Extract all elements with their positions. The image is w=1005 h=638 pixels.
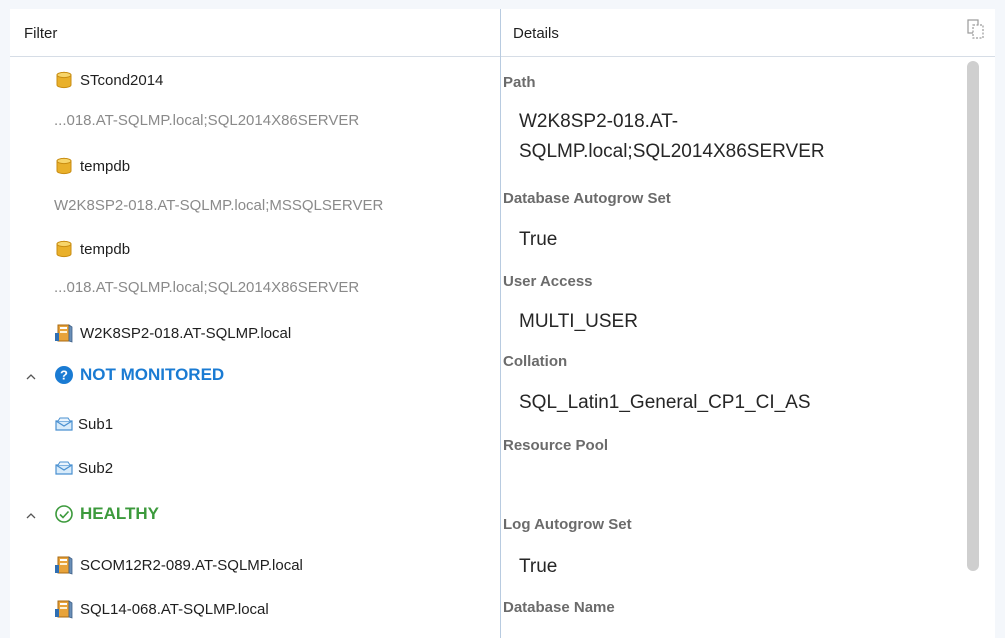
computer-icon <box>54 555 74 575</box>
detail-label-resource-pool: Resource Pool <box>503 437 609 454</box>
database-icon <box>54 70 74 90</box>
tree-item-subscription[interactable]: Sub2 <box>10 457 500 483</box>
tree-item-computer[interactable]: SCOM12R2-089.AT-SQLMP.local <box>10 554 500 580</box>
detail-label-path: Path <box>503 74 536 91</box>
tree-item-subscription[interactable]: Sub1 <box>10 413 500 439</box>
detail-label-database-name: Database Name <box>503 599 615 616</box>
chevron-up-icon[interactable] <box>24 366 38 386</box>
tree-item-database[interactable]: tempdb <box>10 238 500 264</box>
filter-pane: Filter STcond2014 ...018.AT-SQLMP.local;… <box>10 9 500 638</box>
subscription-icon <box>54 458 74 478</box>
detail-value-autogrow: True <box>519 229 558 250</box>
subscription-icon <box>54 414 74 434</box>
group-label: NOT MONITORED <box>80 365 225 384</box>
detail-value-collation: SQL_Latin1_General_CP1_CI_AS <box>519 392 811 413</box>
detail-label-autogrow: Database Autogrow Set <box>503 190 671 207</box>
detail-value-path: W2K8SP2-018.AT-SQLMP.local;SQL2014X86SER… <box>519 111 825 162</box>
check-circle-icon <box>55 505 73 523</box>
tree-item-label: W2K8SP2-018.AT-SQLMP.local <box>80 325 292 342</box>
database-icon <box>54 239 74 259</box>
details-pane: Details Path W2K8SP2-018.AT-SQLMP.local;… <box>501 9 995 638</box>
details-header-label: Details <box>513 25 559 42</box>
tree-item-label: Sub2 <box>78 460 114 477</box>
tree-item-path: ...018.AT-SQLMP.local;SQL2014X86SERVER <box>54 112 360 129</box>
tree-item-path: W2K8SP2-018.AT-SQLMP.local;MSSQLSERVER <box>54 197 384 214</box>
detail-label-collation: Collation <box>503 353 568 370</box>
detail-value-user-access: MULTI_USER <box>519 311 638 332</box>
copy-icon[interactable] <box>967 19 985 41</box>
tree-item-computer[interactable]: W2K8SP2-018.AT-SQLMP.local <box>10 322 500 348</box>
tree-item-database[interactable]: tempdb <box>10 155 500 181</box>
filter-header: Filter <box>10 9 500 57</box>
database-icon <box>54 156 74 176</box>
tree-item-label: tempdb <box>80 158 131 175</box>
detail-value-log-autogrow: True <box>519 556 558 577</box>
computer-icon <box>54 323 74 343</box>
group-label: HEALTHY <box>80 504 160 523</box>
detail-label-user-access: User Access <box>503 273 593 290</box>
tree-item-label: SCOM12R2-089.AT-SQLMP.local <box>80 557 303 574</box>
tree-item-computer[interactable]: SQL14-068.AT-SQLMP.local <box>10 598 500 624</box>
scrollbar-thumb[interactable] <box>967 61 979 571</box>
tree-item-label: tempdb <box>80 241 131 258</box>
tree-item-label: STcond2014 <box>80 72 164 89</box>
details-header: Details <box>501 9 995 57</box>
svg-text:?: ? <box>60 368 68 383</box>
filter-header-label: Filter <box>24 25 58 42</box>
computer-icon <box>54 599 74 619</box>
detail-label-log-autogrow: Log Autogrow Set <box>503 516 632 533</box>
tree-item-label: SQL14-068.AT-SQLMP.local <box>80 601 269 618</box>
question-circle-icon: ? <box>55 366 73 384</box>
chevron-up-icon[interactable] <box>24 505 38 525</box>
tree-item-path: ...018.AT-SQLMP.local;SQL2014X86SERVER <box>54 279 360 296</box>
tree-item-label: Sub1 <box>78 416 114 433</box>
tree-item-database[interactable]: STcond2014 <box>10 69 500 95</box>
